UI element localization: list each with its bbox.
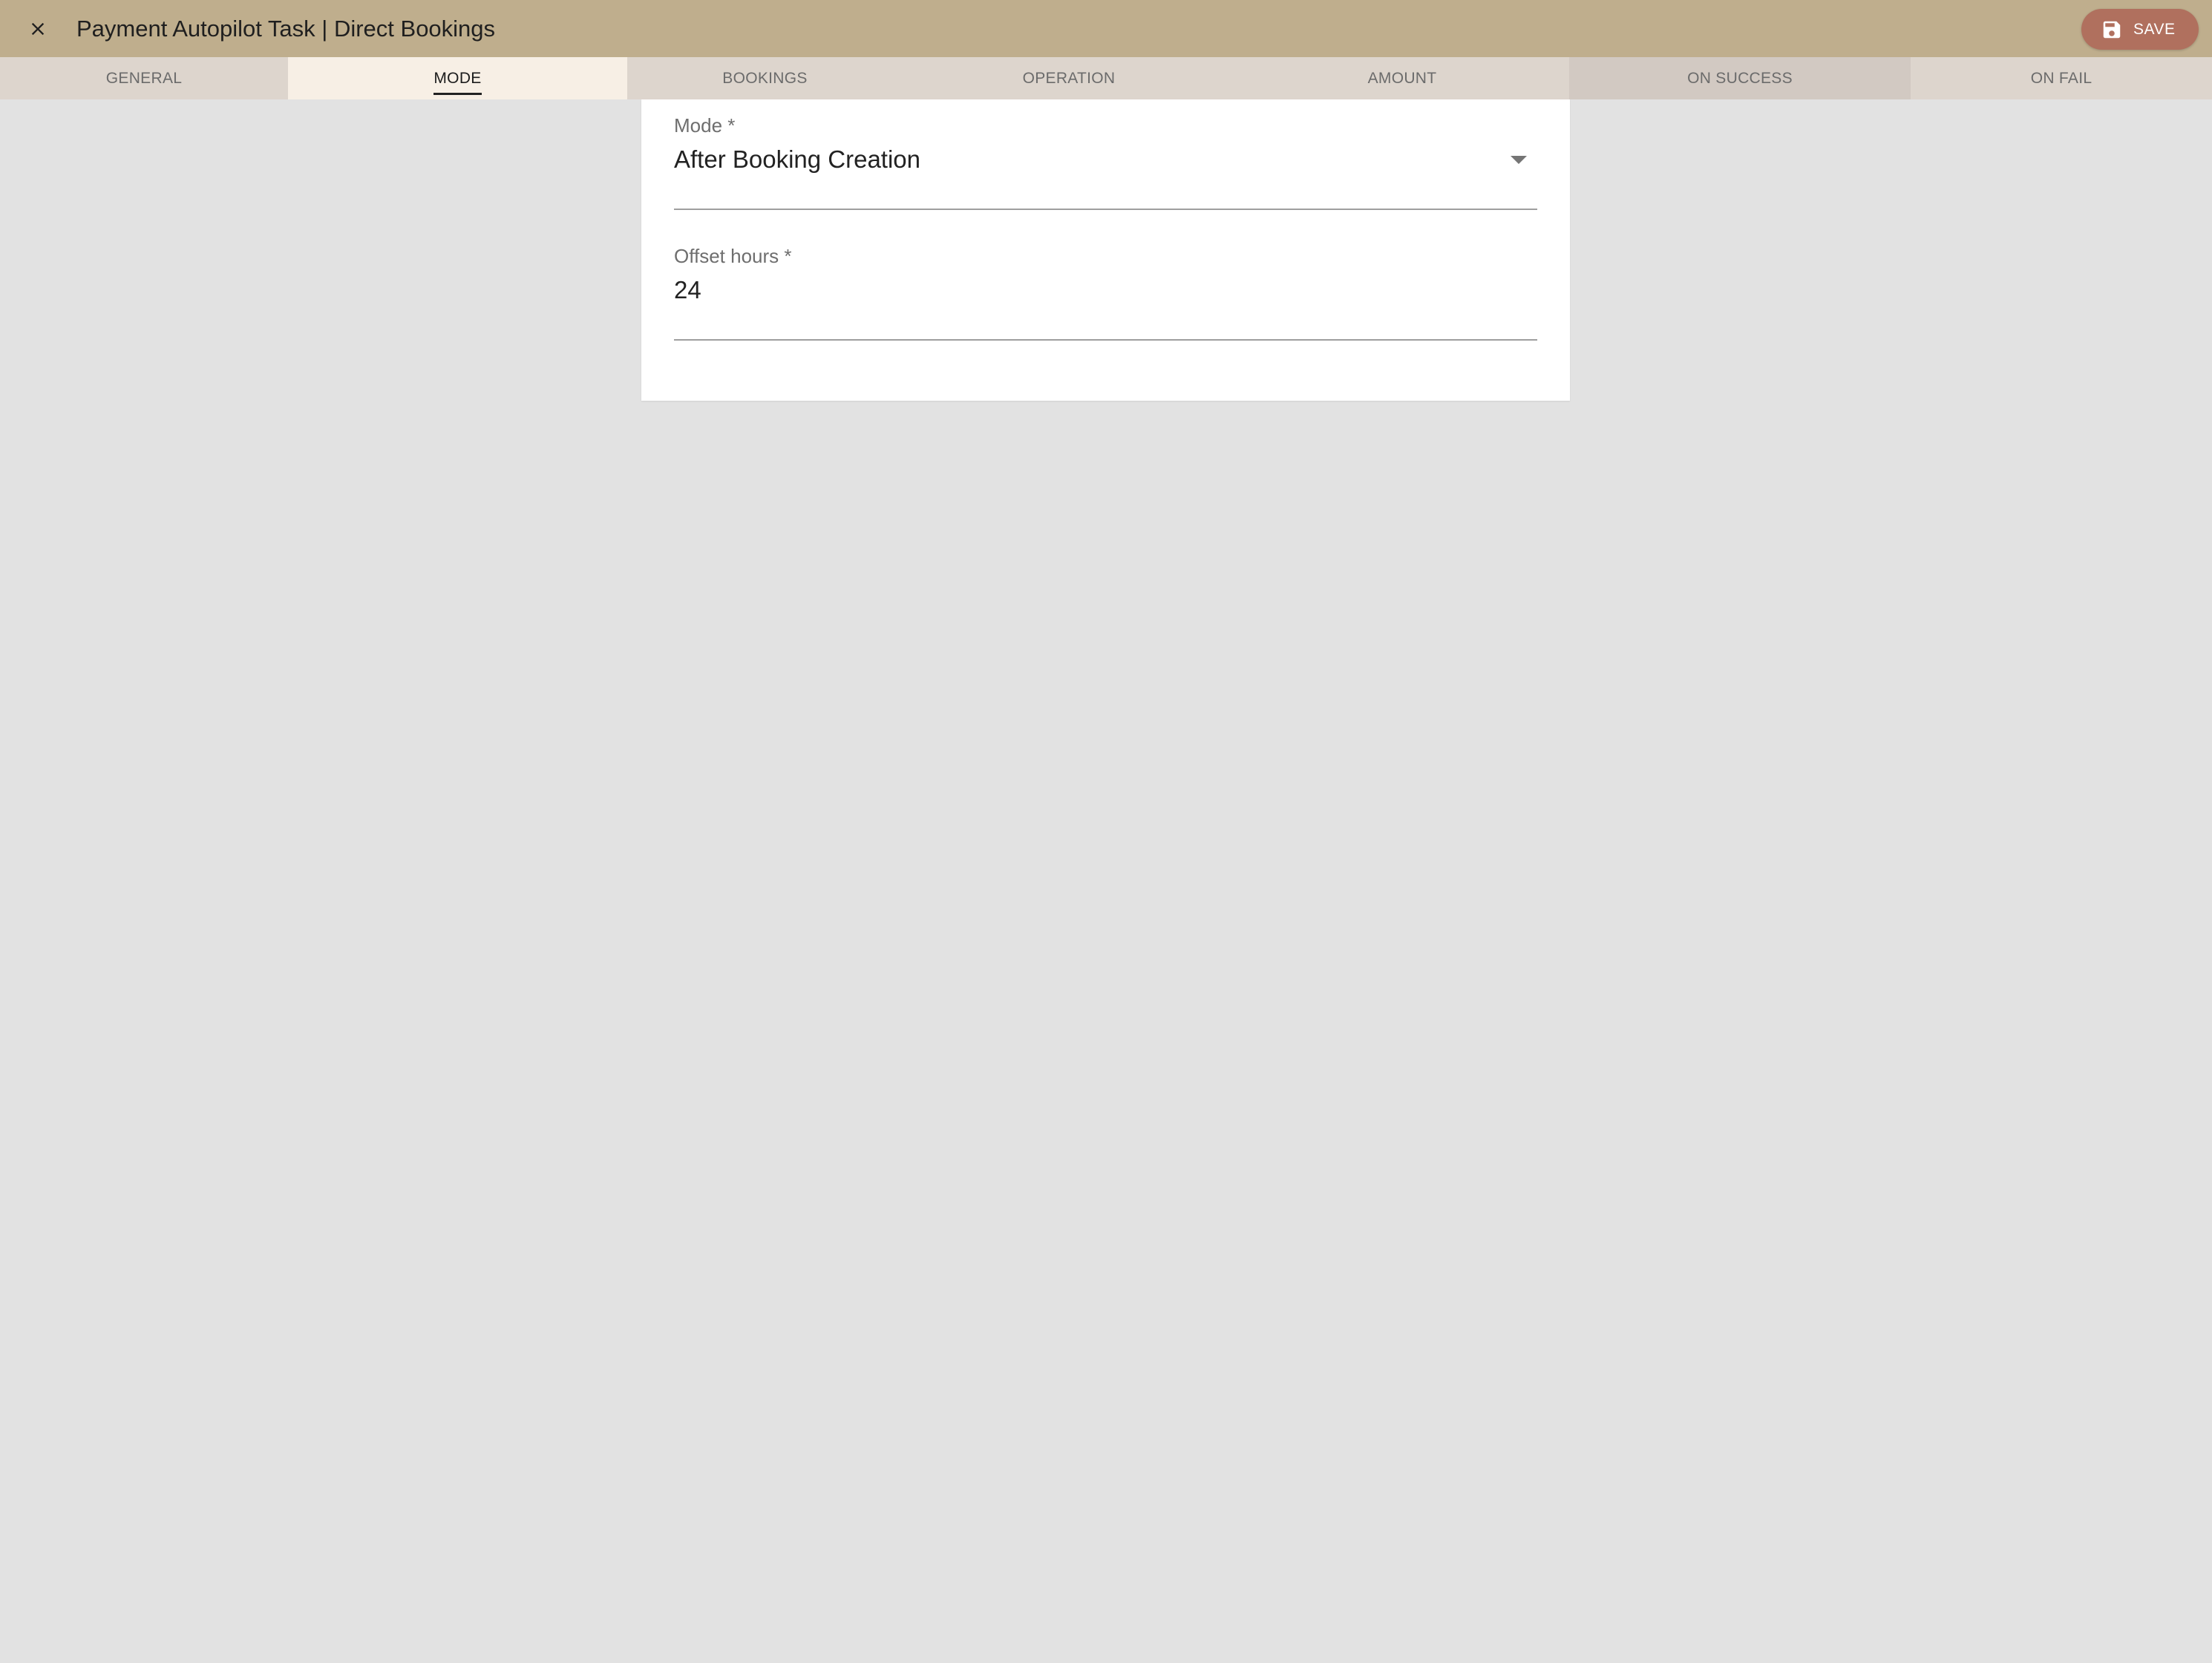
save-button-label: SAVE bbox=[2133, 20, 2176, 38]
tab-label: OPERATION bbox=[1022, 69, 1116, 87]
tab-label: ON FAIL bbox=[2030, 69, 2092, 87]
offset-hours-value: 24 bbox=[674, 276, 701, 304]
offset-hours-input[interactable]: Offset hours * 24 bbox=[674, 245, 1537, 341]
tab-on-success[interactable]: ON SUCCESS bbox=[1569, 57, 1911, 99]
close-button[interactable] bbox=[19, 10, 56, 47]
active-tab-indicator bbox=[433, 92, 482, 95]
top-app-bar: Payment Autopilot Task | Direct Bookings… bbox=[0, 0, 2212, 57]
tab-amount[interactable]: AMOUNT bbox=[1235, 57, 1569, 99]
mode-label: Mode * bbox=[674, 114, 736, 137]
tab-bar: GENERAL MODE BOOKINGS OPERATION AMOUNT O… bbox=[0, 57, 2212, 99]
form-card: Mode * After Booking Creation Offset hou… bbox=[641, 99, 1570, 401]
arrow-drop-down-icon bbox=[1511, 156, 1527, 164]
tab-mode[interactable]: MODE bbox=[288, 57, 627, 99]
close-icon bbox=[31, 22, 45, 36]
tab-bookings[interactable]: BOOKINGS bbox=[627, 57, 903, 99]
mode-value: After Booking Creation bbox=[674, 145, 921, 173]
page-title: Payment Autopilot Task | Direct Bookings bbox=[76, 16, 496, 42]
tab-label: ON SUCCESS bbox=[1687, 69, 1793, 87]
tab-general[interactable]: GENERAL bbox=[0, 57, 288, 99]
save-button[interactable]: SAVE bbox=[2081, 9, 2199, 50]
save-icon bbox=[2103, 21, 2121, 38]
offset-hours-underline bbox=[674, 339, 1537, 341]
offset-hours-label: Offset hours * bbox=[674, 245, 792, 267]
mode-underline bbox=[674, 209, 1537, 210]
tab-on-fail[interactable]: ON FAIL bbox=[1911, 57, 2212, 99]
tab-label: GENERAL bbox=[105, 69, 183, 87]
tab-label: BOOKINGS bbox=[722, 69, 808, 87]
tab-label: MODE bbox=[433, 69, 482, 87]
tab-label: AMOUNT bbox=[1367, 69, 1437, 87]
tab-operation[interactable]: OPERATION bbox=[903, 57, 1235, 99]
